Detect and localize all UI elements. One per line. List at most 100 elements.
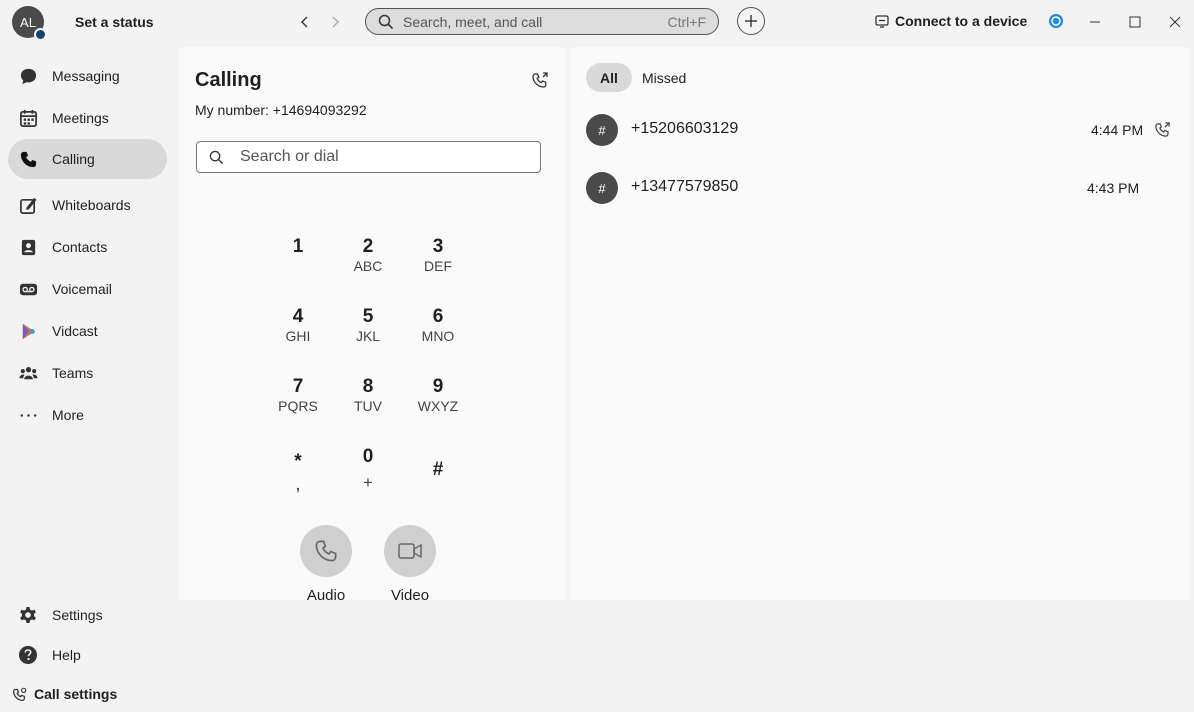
contact-avatar: #: [586, 172, 618, 204]
title-bar: AL Set a status Search, meet, and call C…: [0, 0, 1194, 44]
call-settings-label: Call settings: [34, 686, 118, 702]
key-letters: TUV: [354, 398, 382, 414]
sidebar-item-meetings[interactable]: Meetings: [8, 98, 167, 138]
forward-button[interactable]: [323, 10, 347, 34]
minimize-button[interactable]: [1083, 10, 1107, 34]
video-call-button[interactable]: [384, 525, 436, 577]
sidebar-item-contacts[interactable]: Contacts: [8, 227, 167, 267]
sidebar-item-settings[interactable]: Settings: [8, 597, 168, 633]
key-letters: DEF: [424, 258, 452, 274]
page-title: Calling: [195, 69, 262, 91]
keypad-key-5[interactable]: 5 JKL: [338, 306, 398, 356]
key-digit: 9: [432, 376, 444, 397]
sidebar-item-label: Voicemail: [52, 281, 112, 297]
keypad-key-6[interactable]: 6 MNO: [408, 306, 468, 356]
global-search-input[interactable]: Search, meet, and call Ctrl+F: [365, 8, 719, 35]
voicemail-icon: [18, 279, 38, 299]
key-letters: PQRS: [278, 398, 318, 414]
presence-indicator: [34, 28, 47, 41]
vidcast-icon: [18, 321, 38, 341]
key-digit: 4: [292, 306, 304, 327]
sidebar-item-label: Contacts: [52, 239, 108, 255]
key-digit: 5: [362, 306, 374, 327]
outgoing-call-icon[interactable]: [1154, 121, 1171, 138]
key-letters: JKL: [355, 328, 381, 344]
call-history-icon[interactable]: [531, 71, 549, 89]
call-history-row[interactable]: # +15206603129 4:44 PM: [570, 104, 1190, 154]
keypad-key-0[interactable]: 0 +: [338, 446, 398, 496]
chevron-right-icon: [332, 16, 339, 28]
key-letters: GHI: [285, 328, 311, 344]
sidebar-item-whiteboards[interactable]: Whiteboards: [8, 185, 167, 225]
call-history-panel: All Missed # +15206603129 4:44 PM # +134…: [570, 47, 1190, 600]
back-button[interactable]: [293, 10, 317, 34]
tab-missed[interactable]: Missed: [628, 63, 700, 92]
sidebar-item-teams[interactable]: Teams: [8, 353, 167, 393]
gear-icon: [18, 605, 38, 625]
key-digit: 1: [292, 236, 304, 257]
sidebar-item-voicemail[interactable]: Voicemail: [8, 269, 167, 309]
close-button[interactable]: [1163, 10, 1187, 34]
sidebar-item-label: Messaging: [52, 68, 120, 84]
call-history-row[interactable]: # +13477579850 4:43 PM: [570, 162, 1190, 212]
plus-icon: [745, 15, 757, 27]
sidebar-item-label: Vidcast: [52, 323, 98, 339]
phone-icon: [18, 149, 38, 169]
tab-all[interactable]: All: [586, 63, 632, 92]
call-time: 4:43 PM: [1087, 180, 1140, 196]
keypad-key-2[interactable]: 2 ABC: [338, 236, 398, 286]
keypad-key-8[interactable]: 8 TUV: [338, 376, 398, 426]
key-letters: MNO: [421, 328, 455, 344]
key-digit: 3: [432, 236, 444, 257]
my-number: My number: +14694093292: [195, 102, 367, 118]
help-label: Help: [52, 647, 81, 663]
key-digit: 8: [362, 376, 374, 397]
search-icon: [378, 14, 394, 29]
key-digit: 6: [432, 306, 444, 327]
keypad-key-star[interactable]: *,: [268, 451, 328, 501]
add-button[interactable]: [737, 7, 765, 35]
maximize-button[interactable]: [1123, 10, 1147, 34]
sidebar-item-help[interactable]: Help: [8, 637, 168, 673]
sidebar-item-label: Teams: [52, 365, 94, 381]
keypad-key-7[interactable]: 7 PQRS: [268, 376, 328, 426]
keypad-key-9[interactable]: 9 WXYZ: [408, 376, 468, 426]
keypad-key-3[interactable]: 3 DEF: [408, 236, 468, 286]
keypad-key-1[interactable]: 1: [268, 236, 328, 286]
maximize-icon: [1129, 16, 1141, 28]
sidebar-item-vidcast[interactable]: Vidcast: [8, 311, 167, 351]
sidebar-item-more[interactable]: More: [8, 395, 167, 435]
call-settings-button[interactable]: Call settings: [12, 686, 117, 702]
search-or-dial-input[interactable]: Search or dial: [196, 141, 541, 173]
search-placeholder: Search, meet, and call: [403, 13, 543, 30]
audio-call-button[interactable]: [300, 525, 352, 577]
video-camera-icon: [398, 543, 422, 559]
close-icon: [1169, 16, 1181, 28]
key-letters: ABC: [353, 258, 383, 274]
sync-status-icon[interactable]: [1048, 13, 1064, 29]
sidebar-item-label: Whiteboards: [52, 197, 131, 213]
chevron-left-icon: [301, 16, 308, 28]
audio-label: Audio: [306, 587, 346, 604]
keypad-key-hash[interactable]: #: [408, 459, 468, 509]
dial-placeholder: Search or dial: [240, 148, 339, 165]
calendar-icon: [18, 108, 38, 128]
help-icon: [18, 645, 38, 665]
connect-device-label: Connect to a device: [895, 13, 1028, 29]
avatar-initials: AL: [20, 14, 36, 30]
call-number: +15206603129: [631, 120, 739, 137]
sidebar-item-label: Calling: [52, 151, 95, 167]
key-digit: 7: [292, 376, 304, 397]
video-label: Video: [390, 587, 430, 604]
settings-label: Settings: [52, 607, 103, 623]
connect-device-button[interactable]: Connect to a device: [875, 13, 1027, 29]
minimize-icon: [1090, 21, 1100, 23]
sidebar-item-messaging[interactable]: Messaging: [8, 56, 167, 96]
keypad-key-4[interactable]: 4 GHI: [268, 306, 328, 356]
avatar[interactable]: AL: [12, 6, 47, 41]
sidebar-item-calling[interactable]: Calling: [8, 139, 167, 179]
key-letters: ,: [296, 477, 300, 493]
set-status-link[interactable]: Set a status: [75, 14, 154, 30]
key-digit: 2: [362, 236, 374, 257]
teams-icon: [18, 363, 38, 383]
